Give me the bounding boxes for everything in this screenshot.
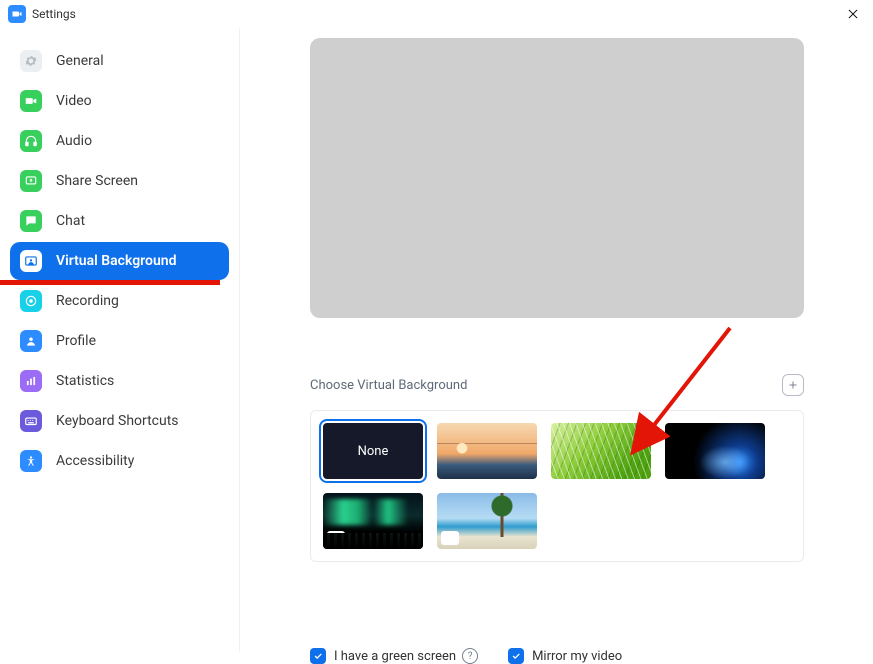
video-badge-icon	[327, 531, 345, 545]
video-preview	[310, 38, 804, 318]
sidebar-item-label: Accessibility	[56, 453, 134, 469]
window-title: Settings	[32, 7, 76, 21]
share-screen-icon	[20, 170, 42, 192]
recording-icon	[20, 290, 42, 312]
statistics-icon	[20, 370, 42, 392]
background-grid: None	[310, 410, 804, 562]
green-screen-label: I have a green screen	[334, 649, 456, 664]
sidebar-item-label: Audio	[56, 133, 92, 149]
background-none-label: None	[358, 444, 389, 459]
main-pane: Choose Virtual Background None I have a …	[240, 28, 873, 652]
sidebar-item-virtual-background[interactable]: Virtual Background	[10, 242, 229, 280]
checkbox-checked-icon	[310, 648, 326, 664]
background-tile-aurora[interactable]	[323, 493, 423, 549]
background-tile-bridge[interactable]	[437, 423, 537, 479]
sidebar-item-share-screen[interactable]: Share Screen	[10, 162, 229, 200]
mirror-video-checkbox[interactable]: Mirror my video	[508, 648, 622, 664]
headphones-icon	[20, 130, 42, 152]
chat-icon	[20, 210, 42, 232]
background-tile-earth[interactable]	[665, 423, 765, 479]
titlebar: Settings	[0, 0, 873, 28]
gear-icon	[20, 50, 42, 72]
app-icon	[8, 5, 26, 23]
accessibility-icon	[20, 450, 42, 472]
section-label: Choose Virtual Background	[310, 378, 467, 393]
keyboard-icon	[20, 410, 42, 432]
sidebar-item-profile[interactable]: Profile	[10, 322, 229, 360]
green-screen-checkbox[interactable]: I have a green screen ?	[310, 648, 478, 664]
help-icon[interactable]: ?	[462, 648, 478, 664]
sidebar-item-chat[interactable]: Chat	[10, 202, 229, 240]
sidebar-item-audio[interactable]: Audio	[10, 122, 229, 160]
sidebar-item-video[interactable]: Video	[10, 82, 229, 120]
mirror-video-label: Mirror my video	[532, 649, 622, 664]
sidebar-item-label: Statistics	[56, 373, 114, 389]
sidebar-item-label: General	[56, 53, 104, 69]
add-background-button[interactable]	[782, 374, 804, 396]
sidebar-item-statistics[interactable]: Statistics	[10, 362, 229, 400]
titlebar-left: Settings	[8, 5, 76, 23]
sidebar-item-label: Recording	[56, 293, 119, 309]
video-badge-icon	[441, 531, 459, 545]
annotation-underline	[0, 280, 220, 285]
close-button[interactable]	[841, 2, 865, 26]
checkbox-checked-icon	[508, 648, 524, 664]
camera-icon	[20, 90, 42, 112]
sidebar-item-label: Share Screen	[56, 173, 138, 189]
options-row: I have a green screen ? Mirror my video	[310, 648, 833, 664]
sidebar-item-recording[interactable]: Recording	[10, 282, 229, 320]
background-tile-beach[interactable]	[437, 493, 537, 549]
sidebar: General Video Audio Share Screen Chat Vi…	[0, 28, 240, 652]
background-tile-grass[interactable]	[551, 423, 651, 479]
sidebar-item-accessibility[interactable]: Accessibility	[10, 442, 229, 480]
background-tile-none[interactable]: None	[323, 423, 423, 479]
sidebar-item-label: Chat	[56, 213, 85, 229]
sidebar-item-general[interactable]: General	[10, 42, 229, 80]
section-header: Choose Virtual Background	[310, 374, 804, 396]
sidebar-item-label: Video	[56, 93, 92, 109]
sidebar-item-label: Profile	[56, 333, 96, 349]
virtual-background-icon	[20, 250, 42, 272]
sidebar-item-label: Keyboard Shortcuts	[56, 413, 179, 429]
sidebar-item-label: Virtual Background	[56, 253, 176, 269]
sidebar-item-keyboard-shortcuts[interactable]: Keyboard Shortcuts	[10, 402, 229, 440]
profile-icon	[20, 330, 42, 352]
